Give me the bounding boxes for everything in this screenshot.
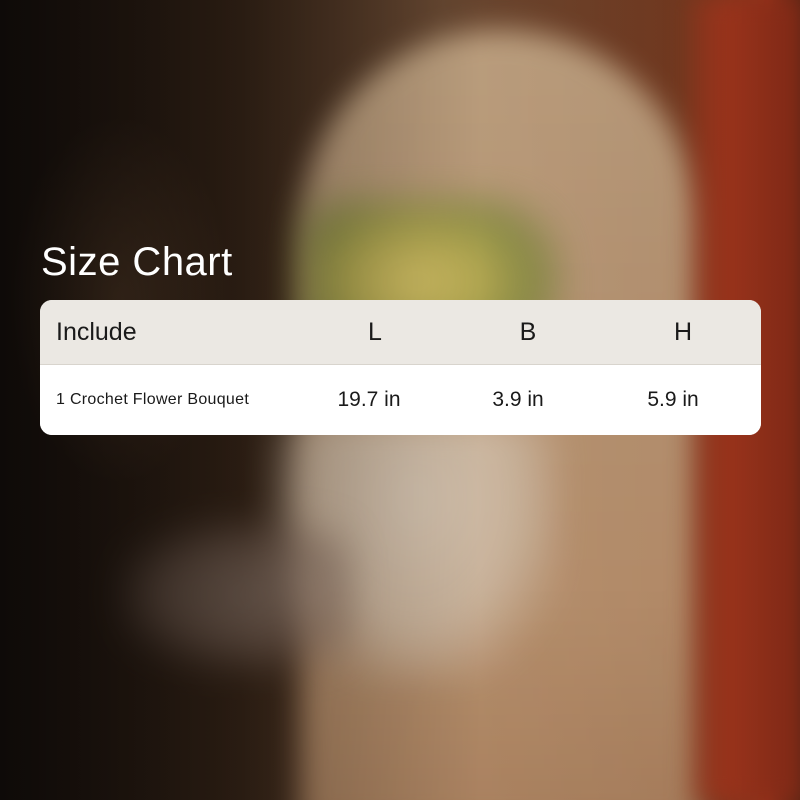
table-row: 1 Crochet Flower Bouquet 19.7 in 3.9 in … xyxy=(40,365,761,435)
cell-length: 19.7 in xyxy=(337,388,401,411)
cell-height: 5.9 in xyxy=(647,388,699,411)
header-breadth: B xyxy=(519,317,537,346)
size-table: Include L B H 1 Crochet Flower Bouquet 1… xyxy=(40,300,761,435)
header-length: L xyxy=(368,317,382,346)
table-header-row: Include L B H xyxy=(40,300,761,365)
cell-include: 1 Crochet Flower Bouquet xyxy=(56,391,250,408)
cell-breadth: 3.9 in xyxy=(492,388,544,411)
size-chart-title: Size Chart xyxy=(41,240,233,284)
header-include: Include xyxy=(56,317,137,346)
header-height: H xyxy=(673,317,693,346)
